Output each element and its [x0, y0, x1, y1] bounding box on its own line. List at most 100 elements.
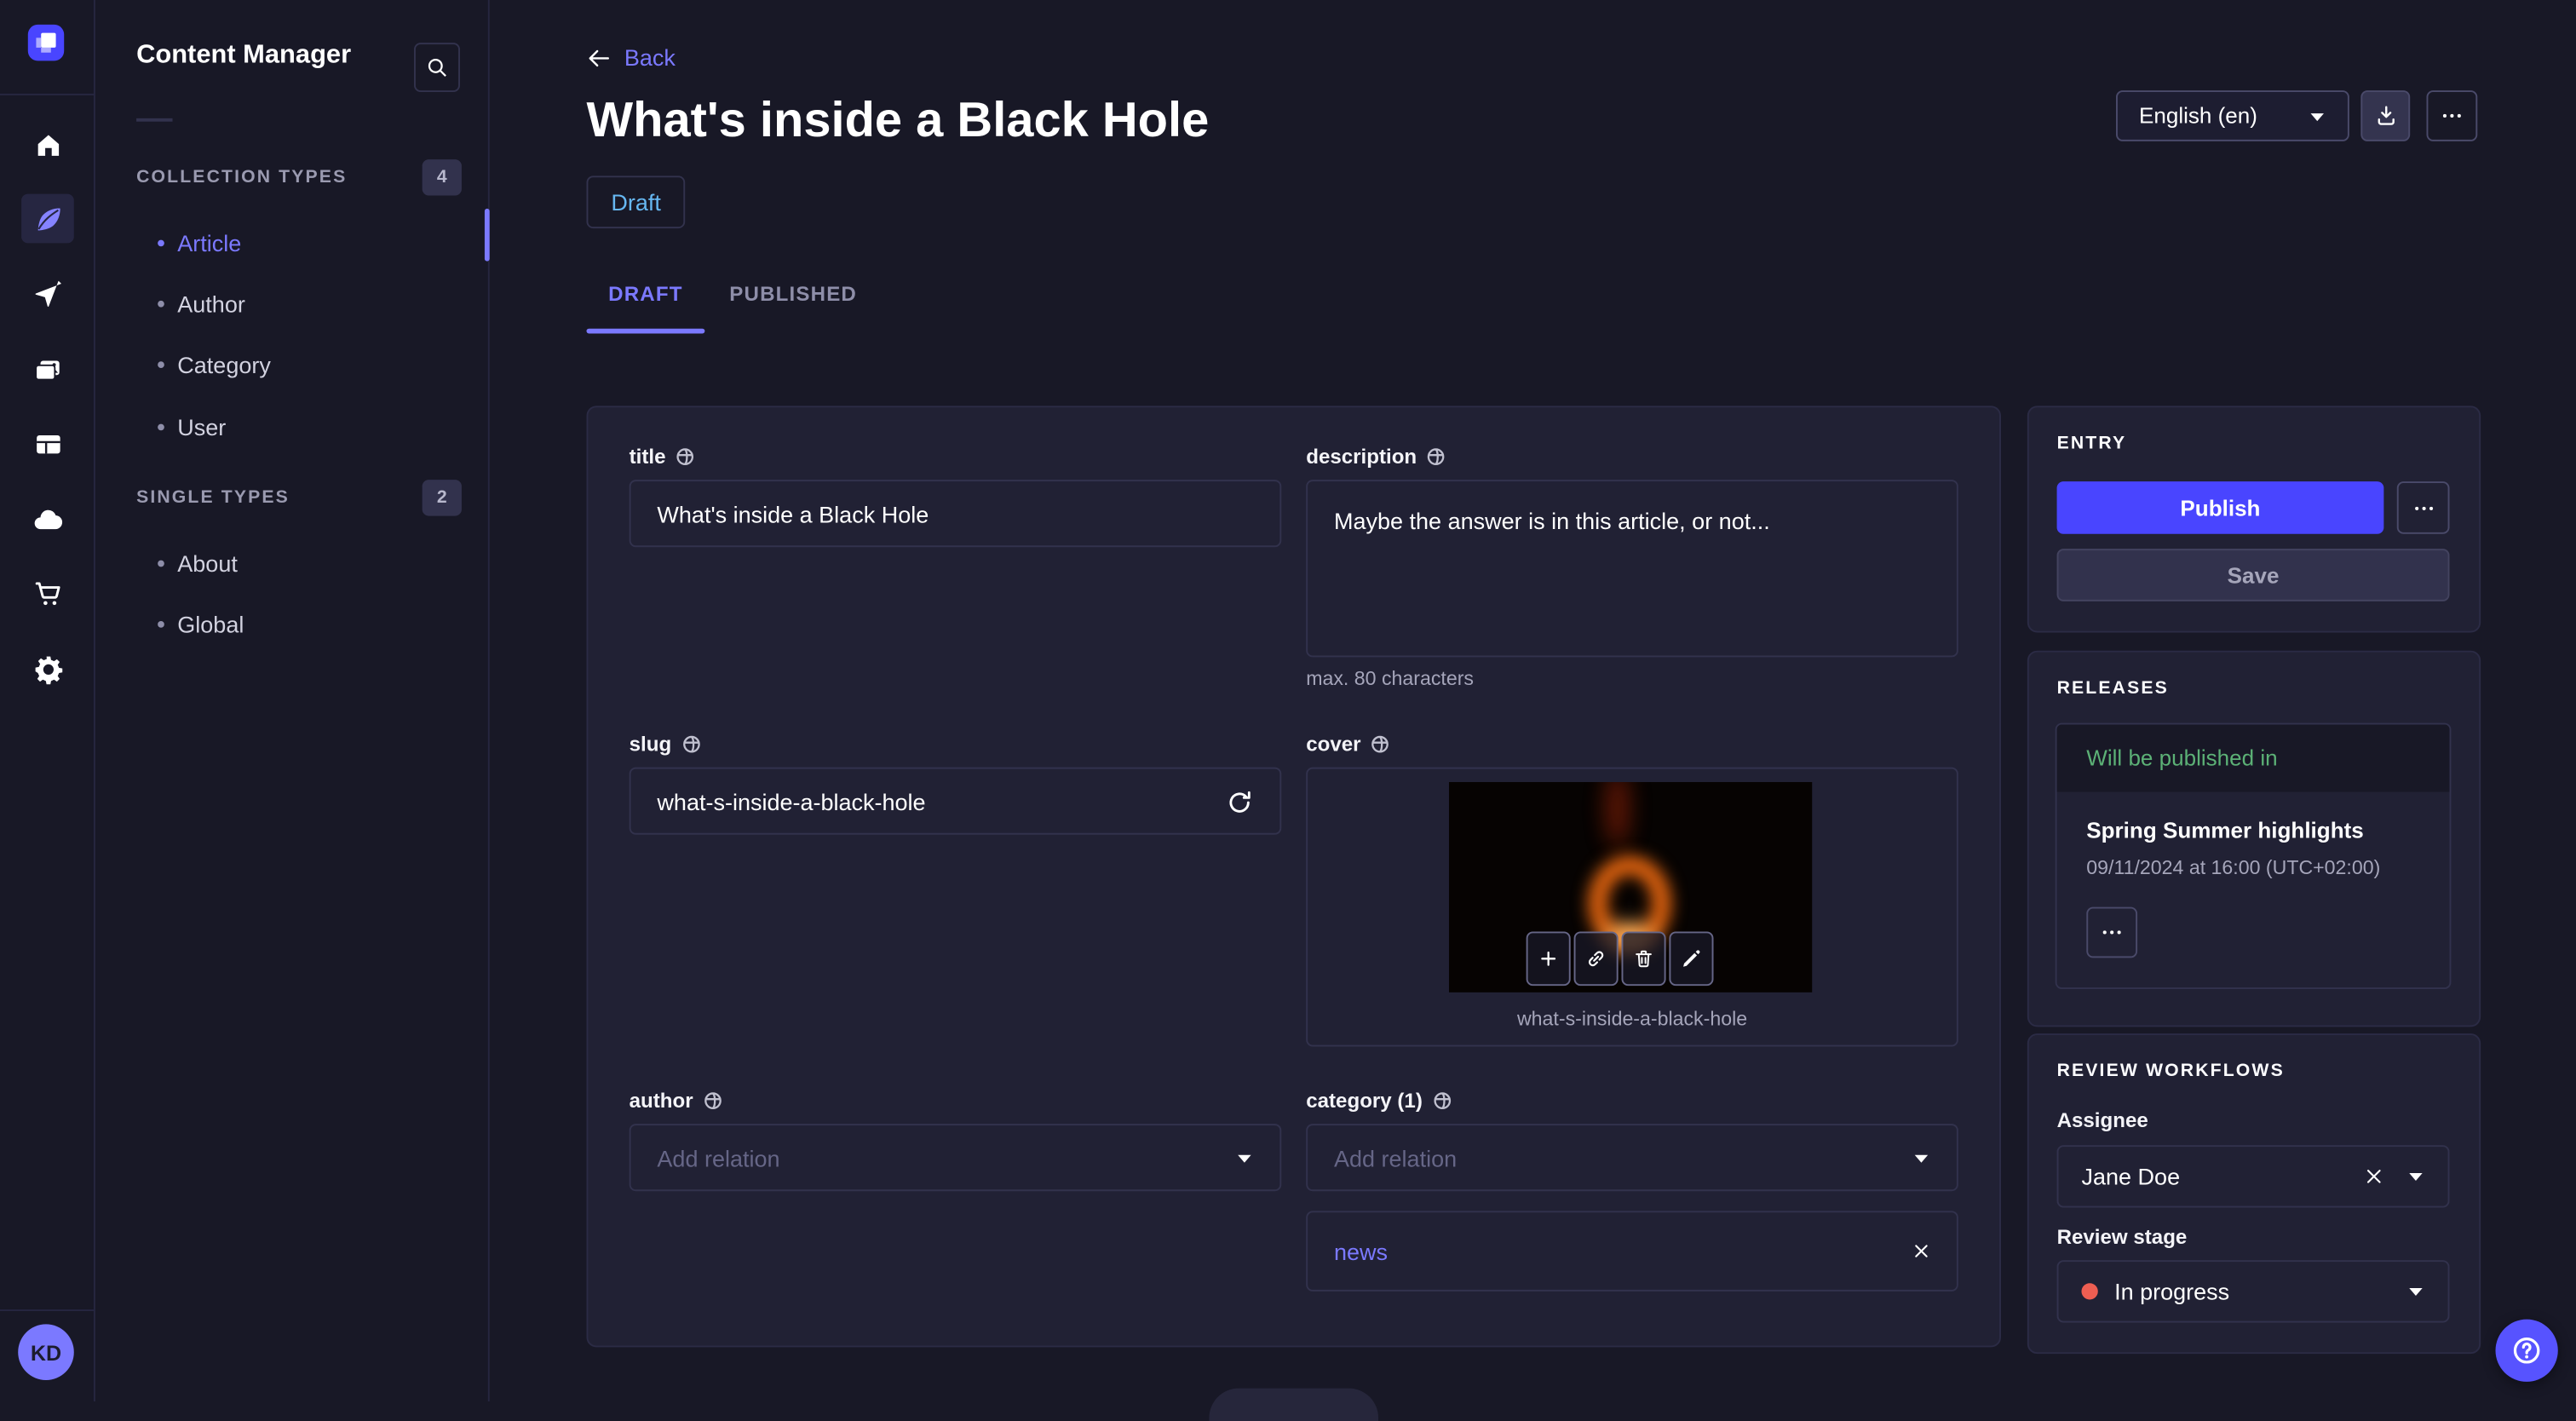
back-link[interactable]: Back — [586, 44, 676, 71]
locale-globe-icon — [1371, 735, 1389, 753]
cover-edit-button[interactable] — [1669, 931, 1714, 987]
nav-content-manager-button[interactable] — [21, 193, 74, 244]
relation-link[interactable]: news — [1334, 1238, 1388, 1264]
help-button[interactable] — [2495, 1319, 2558, 1382]
refresh-icon — [1229, 790, 1251, 812]
author-relation-combobox[interactable]: Add relation — [629, 1124, 1282, 1192]
review-stage-select[interactable]: In progress — [2056, 1260, 2450, 1323]
sidebar-item-user[interactable]: User — [158, 414, 226, 440]
entry-more-button[interactable] — [2396, 481, 2450, 534]
nav-content-type-builder-button[interactable] — [21, 419, 74, 469]
layout-icon — [36, 434, 60, 453]
close-icon — [2366, 1170, 2381, 1183]
cover-add-button[interactable] — [1526, 931, 1571, 987]
save-button[interactable]: Save — [2056, 549, 2450, 601]
nav-deploy-button[interactable] — [21, 494, 74, 544]
sidebar-item-about[interactable]: About — [158, 550, 238, 577]
sidebar-item-label: About — [177, 550, 238, 577]
nav-media-library-button[interactable] — [21, 345, 74, 394]
sidebar-item-label: Article — [177, 229, 242, 256]
category-relation-combobox[interactable]: Add relation — [1306, 1124, 1958, 1192]
slug-field-label: slug — [630, 733, 701, 756]
field-label-text: description — [1306, 445, 1417, 469]
ellipsis-icon — [2414, 505, 2433, 509]
nav-home-button[interactable] — [21, 120, 74, 170]
page-title: What's inside a Black Hole — [586, 93, 1210, 148]
sidebar-item-global[interactable]: Global — [158, 611, 244, 637]
field-label-text: cover — [1306, 733, 1361, 757]
sidebar-item-article[interactable]: Article — [158, 230, 241, 256]
release-more-button[interactable] — [2086, 906, 2138, 958]
description-field-label: description — [1306, 446, 1446, 469]
link-icon — [1588, 951, 1604, 967]
pencil-icon — [1683, 950, 1700, 967]
locale-globe-icon — [1428, 448, 1446, 465]
field-label-text: slug — [629, 733, 672, 757]
slug-regenerate-button[interactable] — [1226, 782, 1265, 821]
review-stage-label: Review stage — [2056, 1225, 2188, 1249]
chevron-down-icon — [2409, 1287, 2423, 1296]
bullet-icon — [158, 560, 164, 567]
author-relation-placeholder: Add relation — [657, 1144, 780, 1171]
nav-settings-button[interactable] — [21, 644, 74, 693]
category-relation-item: news — [1306, 1211, 1958, 1292]
title-input[interactable] — [629, 480, 1282, 548]
bullet-icon — [158, 300, 164, 308]
feather-icon — [37, 207, 60, 230]
header-more-button[interactable] — [2426, 90, 2478, 141]
assignee-combobox[interactable]: Jane Doe — [2056, 1145, 2450, 1208]
nav-marketplace-button[interactable] — [21, 568, 74, 618]
nav-releases-button[interactable] — [21, 271, 74, 320]
review-stage-value: In progress — [2114, 1278, 2230, 1305]
field-label-text: author — [629, 1089, 693, 1113]
tab-draft[interactable]: DRAFT — [586, 283, 704, 306]
rail-divider-bottom — [0, 1309, 95, 1311]
single-types-count-badge: 2 — [422, 480, 462, 516]
chevron-down-icon — [2409, 1172, 2423, 1181]
sidebar-item-author[interactable]: Author — [158, 291, 245, 317]
export-button[interactable] — [2360, 90, 2411, 141]
black-hole-wisp — [1607, 781, 1629, 849]
assignee-value: Jane Doe — [2081, 1163, 2181, 1190]
bullet-icon — [158, 361, 164, 368]
trash-icon — [1636, 950, 1652, 968]
app-root: KD Content Manager COLLECTION TYPES 4 Ar… — [0, 0, 2576, 1421]
active-item-indicator — [484, 208, 490, 262]
assignee-clear-button[interactable] — [2364, 1166, 2383, 1186]
description-helper-text: max. 80 characters — [1306, 666, 1475, 690]
user-avatar[interactable]: KD — [18, 1324, 74, 1380]
description-textarea[interactable]: Maybe the answer is in this article, or … — [1306, 480, 1958, 658]
status-badge-label: Draft — [611, 188, 661, 216]
sidebar-search-button[interactable] — [413, 43, 460, 92]
back-label: Back — [624, 44, 676, 71]
release-card: Will be published in Spring Summer highl… — [2055, 722, 2452, 989]
sidebar-item-category[interactable]: Category — [158, 352, 271, 378]
relation-remove-button[interactable] — [1912, 1242, 1930, 1260]
locale-globe-icon — [1434, 1092, 1451, 1109]
chevron-down-icon — [2310, 112, 2324, 121]
sidebar-item-label: Global — [177, 611, 244, 638]
strapi-logo-icon — [36, 32, 56, 53]
gear-icon — [34, 655, 62, 684]
single-types-header: SINGLE TYPES — [136, 487, 290, 508]
cover-delete-button[interactable] — [1621, 931, 1666, 987]
dynamic-zone-partial[interactable] — [1209, 1388, 1379, 1421]
ellipsis-icon — [2442, 113, 2461, 118]
slug-input[interactable] — [629, 767, 1282, 835]
stage-status-dot — [2081, 1283, 2098, 1300]
cover-copy-link-button[interactable] — [1573, 931, 1619, 987]
releases-panel-title: RELEASES — [2056, 678, 2169, 699]
back-arrow-icon — [589, 49, 610, 66]
review-workflows-title: REVIEW WORKFLOWS — [2056, 1061, 2285, 1081]
home-icon — [37, 134, 59, 155]
publish-button[interactable]: Publish — [2056, 481, 2384, 534]
sidebar-item-label: Author — [177, 291, 245, 318]
tab-published[interactable]: PUBLISHED — [729, 283, 857, 306]
locale-select[interactable]: English (en) — [2115, 90, 2349, 141]
chevron-down-icon — [1238, 1153, 1251, 1162]
media-library-icon — [35, 360, 60, 380]
sidebar-title: Content Manager — [136, 41, 352, 69]
status-badge: Draft — [586, 175, 686, 229]
bullet-icon — [158, 239, 164, 247]
strapi-logo[interactable] — [27, 24, 65, 61]
